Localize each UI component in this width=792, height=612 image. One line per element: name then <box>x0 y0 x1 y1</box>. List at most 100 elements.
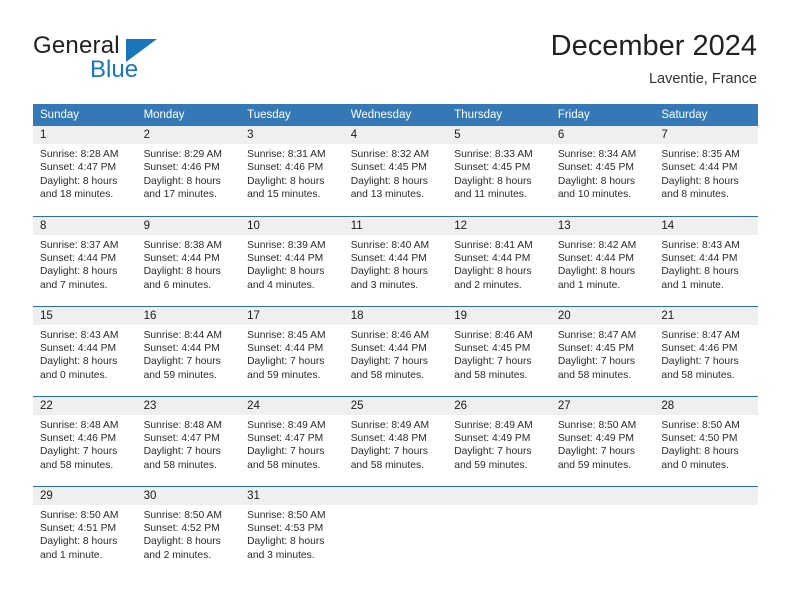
day-details: Sunrise: 8:32 AM Sunset: 4:45 PM Daylight:… <box>344 144 448 202</box>
sunrise-time: Sunrise: 8:28 AM <box>40 149 119 160</box>
weekday-header-tuesday: Tuesday <box>240 104 344 126</box>
calendar-day-cell[interactable]: 13 Sunrise: 8:42 AM Sunset: 4:44 PM Dayligh… <box>550 215 655 306</box>
day-cell-inner: 24 Sunrise: 8:49 AM Sunset: 4:47 PM Dayligh… <box>240 396 344 486</box>
calendar-day-cell[interactable]: 25 Sunrise: 8:49 AM Sunset: 4:48 PM Dayligh… <box>343 395 448 486</box>
calendar-day-cell[interactable]: 8 Sunrise: 8:37 AM Sunset: 4:44 PM Daylight… <box>33 215 137 306</box>
calendar-day-cell[interactable]: 14 Sunrise: 8:43 AM Sunset: 4:44 PM Dayligh… <box>654 215 758 306</box>
sunset-time: Sunset: 4:44 PM <box>247 342 324 354</box>
daylight-duration-line2: and 2 minutes. <box>143 549 212 561</box>
sunrise-time: Sunrise: 8:45 AM <box>247 329 326 341</box>
day-cell-inner: 12 Sunrise: 8:41 AM Sunset: 4:44 PM Dayligh… <box>447 216 551 306</box>
day-cell-inner <box>447 486 551 577</box>
calendar-day-cell[interactable]: 3 Sunrise: 8:31 AM Sunset: 4:46 PM Daylight… <box>240 126 344 216</box>
calendar-day-cell[interactable]: 9 Sunrise: 8:38 AM Sunset: 4:44 PM Daylight… <box>136 215 241 306</box>
sunset-time: Sunset: 4:44 PM <box>143 342 220 354</box>
day-details: Sunrise: 8:41 AM Sunset: 4:44 PM Daylight:… <box>447 235 551 293</box>
calendar-day-cell[interactable]: 20 Sunrise: 8:47 AM Sunset: 4:45 PM Dayligh… <box>550 305 655 396</box>
daylight-duration-line2: and 17 minutes. <box>143 189 217 201</box>
calendar-day-cell[interactable]: 17 Sunrise: 8:45 AM Sunset: 4:44 PM Dayligh… <box>240 305 344 396</box>
calendar-day-cell[interactable]: 2 Sunrise: 8:29 AM Sunset: 4:46 PM Daylight… <box>136 126 241 216</box>
calendar-page: General Blue December 2024 Laventie, Fra… <box>0 0 792 612</box>
daylight-duration-line1: Daylight: 8 hours <box>40 175 118 187</box>
sunrise-time: Sunrise: 8:49 AM <box>454 419 533 431</box>
day-details: Sunrise: 8:37 AM Sunset: 4:44 PM Daylight:… <box>33 235 137 293</box>
day-details: Sunrise: 8:49 AM Sunset: 4:49 PM Daylight:… <box>447 415 551 473</box>
sunset-time: Sunset: 4:44 PM <box>661 252 738 264</box>
calendar-day-cell[interactable]: 28 Sunrise: 8:50 AM Sunset: 4:50 PM Dayligh… <box>654 395 758 486</box>
daylight-duration-line1: Daylight: 8 hours <box>247 266 325 278</box>
sunrise-time: Sunrise: 8:43 AM <box>40 329 119 341</box>
daylight-duration-line1: Daylight: 8 hours <box>557 175 636 187</box>
daylight-duration-line1: Daylight: 8 hours <box>40 536 118 548</box>
calendar-day-cell[interactable]: 12 Sunrise: 8:41 AM Sunset: 4:44 PM Dayligh… <box>447 215 551 306</box>
calendar-day-cell <box>447 485 551 577</box>
sunset-time: Sunset: 4:45 PM <box>350 162 427 174</box>
sunrise-time: Sunrise: 8:44 AM <box>143 329 222 341</box>
calendar-day-cell[interactable]: 15 Sunrise: 8:43 AM Sunset: 4:44 PM Dayligh… <box>33 305 137 396</box>
calendar-day-cell[interactable]: 4 Sunrise: 8:32 AM Sunset: 4:45 PM Daylight… <box>343 126 448 216</box>
calendar-day-cell[interactable]: 26 Sunrise: 8:49 AM Sunset: 4:49 PM Dayligh… <box>447 395 551 486</box>
daylight-duration-line1: Daylight: 8 hours <box>143 175 221 187</box>
daylight-duration-line2: and 1 minute. <box>557 279 621 291</box>
calendar-day-cell[interactable]: 21 Sunrise: 8:47 AM Sunset: 4:46 PM Dayligh… <box>654 305 758 396</box>
daylight-duration-line2: and 58 minutes. <box>143 459 217 471</box>
calendar-day-cell[interactable]: 5 Sunrise: 8:33 AM Sunset: 4:45 PM Daylight… <box>447 126 551 216</box>
day-cell-inner: 18 Sunrise: 8:46 AM Sunset: 4:44 PM Dayligh… <box>343 306 448 396</box>
day-details: Sunrise: 8:48 AM Sunset: 4:47 PM Daylight:… <box>137 415 241 473</box>
daylight-duration-line2: and 59 minutes. <box>454 459 528 471</box>
weekday-header-saturday: Saturday <box>654 104 758 126</box>
calendar-day-cell[interactable]: 1 Sunrise: 8:28 AM Sunset: 4:47 PM Daylight… <box>33 126 137 216</box>
daylight-duration-line2: and 58 minutes. <box>247 459 321 471</box>
day-number: 31 <box>240 486 344 505</box>
day-number: 14 <box>654 216 758 235</box>
calendar-day-cell[interactable]: 19 Sunrise: 8:46 AM Sunset: 4:45 PM Dayligh… <box>447 305 551 396</box>
day-details: Sunrise: 8:40 AM Sunset: 4:44 PM Daylight:… <box>344 235 448 293</box>
calendar-day-cell[interactable]: 31 Sunrise: 8:50 AM Sunset: 4:53 PM Dayligh… <box>240 485 344 577</box>
sunset-time: Sunset: 4:52 PM <box>143 522 220 534</box>
day-number: 9 <box>136 216 241 235</box>
day-cell-inner: 10 Sunrise: 8:39 AM Sunset: 4:44 PM Dayligh… <box>240 216 344 306</box>
day-number: 6 <box>550 126 655 144</box>
weekday-header-thursday: Thursday <box>447 104 551 126</box>
sunrise-time: Sunrise: 8:50 AM <box>557 419 637 431</box>
calendar-day-cell[interactable]: 22 Sunrise: 8:48 AM Sunset: 4:46 PM Dayligh… <box>33 395 137 486</box>
weekday-header-friday: Friday <box>550 104 655 126</box>
calendar-day-cell[interactable]: 24 Sunrise: 8:49 AM Sunset: 4:47 PM Dayligh… <box>240 395 344 486</box>
sunset-time: Sunset: 4:44 PM <box>661 162 738 174</box>
day-details: Sunrise: 8:43 AM Sunset: 4:44 PM Daylight:… <box>33 325 137 383</box>
day-cell-inner: 26 Sunrise: 8:49 AM Sunset: 4:49 PM Dayligh… <box>447 396 551 486</box>
calendar-day-cell[interactable]: 16 Sunrise: 8:44 AM Sunset: 4:44 PM Dayligh… <box>136 305 241 396</box>
sunset-time: Sunset: 4:50 PM <box>661 432 738 444</box>
calendar-day-cell[interactable]: 6 Sunrise: 8:34 AM Sunset: 4:45 PM Daylight… <box>550 126 655 216</box>
day-details <box>654 505 758 509</box>
day-cell-inner <box>654 486 758 577</box>
daylight-duration-line1: Daylight: 8 hours <box>40 266 118 278</box>
sunset-time: Sunset: 4:46 PM <box>143 162 220 174</box>
calendar-day-cell[interactable]: 10 Sunrise: 8:39 AM Sunset: 4:44 PM Dayligh… <box>240 215 344 306</box>
day-number: 13 <box>550 216 655 235</box>
day-number: 1 <box>33 126 137 144</box>
sunset-time: Sunset: 4:44 PM <box>40 252 117 264</box>
calendar-day-cell[interactable]: 27 Sunrise: 8:50 AM Sunset: 4:49 PM Dayligh… <box>550 395 655 486</box>
sunset-time: Sunset: 4:46 PM <box>247 162 324 174</box>
page-header: General Blue December 2024 Laventie, Fra… <box>0 0 792 100</box>
calendar-day-cell[interactable]: 30 Sunrise: 8:50 AM Sunset: 4:52 PM Dayligh… <box>136 485 241 576</box>
sunset-time: Sunset: 4:45 PM <box>557 342 634 354</box>
calendar-day-cell[interactable]: 18 Sunrise: 8:46 AM Sunset: 4:44 PM Dayligh… <box>343 305 448 396</box>
sunrise-time: Sunrise: 8:46 AM <box>454 329 533 341</box>
calendar-day-cell[interactable]: 23 Sunrise: 8:48 AM Sunset: 4:47 PM Dayligh… <box>136 395 241 486</box>
daylight-duration-line1: Daylight: 8 hours <box>454 175 532 187</box>
sunset-time: Sunset: 4:46 PM <box>661 342 738 354</box>
day-details: Sunrise: 8:29 AM Sunset: 4:46 PM Daylight:… <box>137 144 241 202</box>
calendar-day-cell[interactable]: 29 Sunrise: 8:50 AM Sunset: 4:51 PM Dayligh… <box>33 485 137 576</box>
calendar-day-cell[interactable]: 7 Sunrise: 8:35 AM Sunset: 4:44 PM Daylight… <box>654 126 758 216</box>
calendar-day-cell[interactable]: 11 Sunrise: 8:40 AM Sunset: 4:44 PM Dayligh… <box>343 215 448 306</box>
day-number: 4 <box>343 126 448 144</box>
daylight-duration-line1: Daylight: 7 hours <box>350 446 428 458</box>
day-details: Sunrise: 8:35 AM Sunset: 4:44 PM Daylight:… <box>654 144 758 202</box>
day-details: Sunrise: 8:50 AM Sunset: 4:51 PM Daylight:… <box>33 505 137 563</box>
day-number: 10 <box>240 216 344 235</box>
sunrise-time: Sunrise: 8:40 AM <box>350 239 430 251</box>
daylight-duration-line2: and 59 minutes. <box>143 369 217 381</box>
day-cell-inner: 31 Sunrise: 8:50 AM Sunset: 4:53 PM Dayligh… <box>240 486 344 577</box>
